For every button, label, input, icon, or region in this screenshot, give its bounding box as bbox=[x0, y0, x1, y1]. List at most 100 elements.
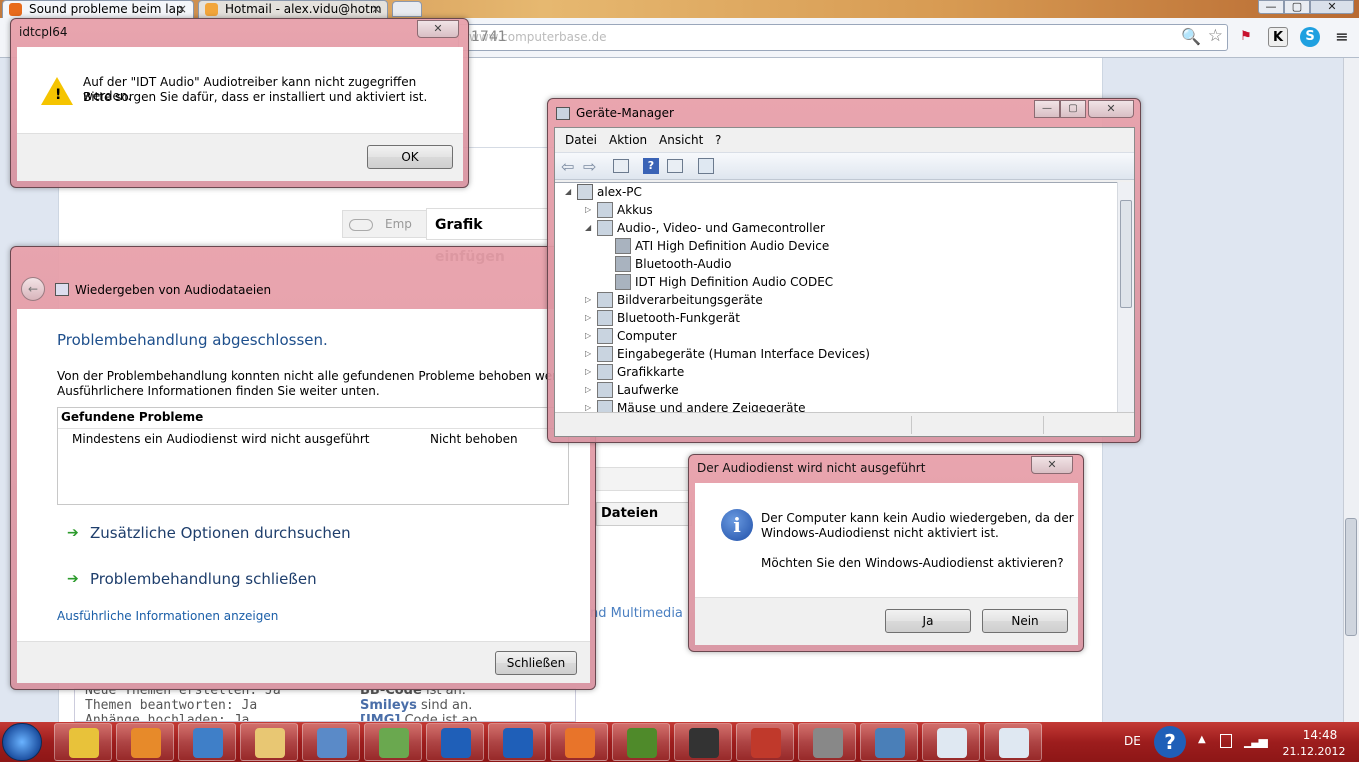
audio-service-dialog: Der Audiodienst wird nicht ausgeführt ✕ … bbox=[688, 454, 1084, 652]
expand-icon[interactable]: ▷ bbox=[585, 313, 593, 322]
back-button[interactable]: ← bbox=[21, 277, 45, 301]
close-button[interactable]: ✕ bbox=[417, 20, 459, 38]
expand-icon[interactable]: ▷ bbox=[585, 205, 593, 214]
taskbar-app-button[interactable] bbox=[612, 723, 670, 761]
taskbar-app-button[interactable] bbox=[178, 723, 236, 761]
no-button[interactable]: Nein bbox=[982, 609, 1068, 633]
dm-toolbar: ⇦ ⇨ ? bbox=[555, 152, 1134, 180]
firefox-icon bbox=[565, 728, 595, 758]
device-icon bbox=[597, 346, 613, 362]
taskbar-app-button[interactable] bbox=[798, 723, 856, 761]
taskbar-app-button[interactable] bbox=[984, 723, 1042, 761]
close-button[interactable]: Schließen bbox=[495, 651, 577, 675]
menu-help[interactable]: ? bbox=[715, 133, 721, 147]
properties-icon[interactable] bbox=[613, 159, 629, 173]
clock-time[interactable]: 14:48 bbox=[1290, 728, 1350, 742]
arrow-icon: ➔ bbox=[67, 525, 79, 541]
menu-ansicht[interactable]: Ansicht bbox=[659, 133, 703, 147]
details-link[interactable]: Ausführliche Informationen anzeigen bbox=[57, 609, 278, 623]
yes-button[interactable]: Ja bbox=[885, 609, 971, 633]
language-indicator[interactable]: DE bbox=[1124, 734, 1141, 748]
expand-icon[interactable]: ▷ bbox=[585, 385, 593, 394]
expand-icon[interactable]: ▷ bbox=[585, 349, 593, 358]
menu-datei[interactable]: Datei bbox=[565, 133, 597, 147]
taskbar-app-button[interactable] bbox=[488, 723, 546, 761]
expand-icon[interactable]: ▷ bbox=[585, 403, 593, 412]
help-icon[interactable]: ? bbox=[1154, 726, 1186, 758]
tree-label: IDT High Definition Audio CODEC bbox=[635, 275, 834, 289]
collapse-icon[interactable]: ◢ bbox=[585, 223, 593, 232]
close-button[interactable]: ✕ bbox=[1088, 100, 1134, 118]
address-bar[interactable]: www.computerbase.de 1741 🔍 ☆ bbox=[458, 24, 1228, 51]
taskbar-app-button[interactable] bbox=[302, 723, 360, 761]
network-status-icon[interactable] bbox=[1220, 734, 1232, 748]
flag-icon[interactable]: ⚑ bbox=[1236, 27, 1256, 47]
taskbar-app-button[interactable] bbox=[54, 723, 112, 761]
collapse-icon[interactable]: ◢ bbox=[565, 187, 573, 196]
minimize-button[interactable]: — bbox=[1034, 100, 1060, 118]
taskbar-app-button[interactable] bbox=[674, 723, 732, 761]
expand-icon[interactable]: ▷ bbox=[585, 295, 593, 304]
scrollbar-thumb[interactable] bbox=[1120, 200, 1132, 308]
device-tree: ◢ alex-PC ▷ Akkus ◢ Audio-, Video- und Game… bbox=[555, 182, 1134, 416]
taskbar-app-button[interactable] bbox=[116, 723, 174, 761]
taskbar-app-button[interactable] bbox=[860, 723, 918, 761]
new-tab-button[interactable] bbox=[392, 1, 422, 17]
menu-aktion[interactable]: Aktion bbox=[609, 133, 647, 147]
back-arrow-icon[interactable]: ⇦ bbox=[561, 157, 574, 176]
tree-label: Computer bbox=[617, 329, 677, 343]
ok-button[interactable]: OK bbox=[367, 145, 453, 169]
taskbar-app-button[interactable] bbox=[426, 723, 484, 761]
forward-arrow-icon[interactable]: ⇨ bbox=[583, 157, 596, 176]
taskbar-app-button[interactable] bbox=[364, 723, 422, 761]
skype-icon[interactable]: S bbox=[1300, 27, 1320, 47]
maximize-button[interactable]: ▢ bbox=[1284, 0, 1310, 14]
option-search-more[interactable]: Zusätzliche Optionen durchsuchen bbox=[90, 524, 351, 542]
media-player-icon bbox=[131, 728, 161, 758]
tab-title: Hotmail - alex.vidu@hotm bbox=[225, 2, 382, 16]
taskbar-app-button[interactable] bbox=[240, 723, 298, 761]
url-fragment: 1741 bbox=[471, 29, 507, 45]
message-line-2: Windows-Audiodienst nicht aktiviert ist. bbox=[761, 526, 999, 540]
troubleshooter-icon bbox=[55, 283, 69, 296]
tree-label: Akkus bbox=[617, 203, 653, 217]
zoom-icon[interactable]: 🔍 bbox=[1181, 27, 1201, 46]
problem-status: Nicht behoben bbox=[430, 432, 518, 446]
dateien-auswaehlen-button[interactable]: Dateien ausw bbox=[596, 502, 692, 526]
menu-icon[interactable]: ≡ bbox=[1332, 27, 1352, 47]
grafik-einfuegen-button[interactable]: Grafik einfügen bbox=[426, 208, 550, 265]
help-icon[interactable]: ? bbox=[643, 158, 659, 174]
scrollbar-thumb[interactable] bbox=[1345, 518, 1357, 636]
signal-icon[interactable]: ▁▃▅ bbox=[1244, 734, 1268, 748]
star-icon[interactable]: ☆ bbox=[1208, 26, 1223, 46]
tab-close-icon[interactable]: × bbox=[371, 1, 381, 17]
close-button[interactable]: ✕ bbox=[1310, 0, 1354, 14]
expand-icon[interactable]: ▷ bbox=[585, 367, 593, 376]
tab-hotmail[interactable]: Hotmail - alex.vidu@hotm × bbox=[198, 0, 388, 18]
start-button[interactable] bbox=[2, 723, 42, 761]
show-hidden-icons-icon[interactable]: ▲ bbox=[1198, 734, 1206, 745]
tree-label: Audio-, Video- und Gamecontroller bbox=[617, 221, 825, 235]
und-multimedia-link[interactable]: nd Multimedia bbox=[590, 606, 683, 621]
taskbar-app-button[interactable] bbox=[736, 723, 794, 761]
dialog-title: Der Audiodienst wird nicht ausgeführt bbox=[697, 461, 926, 475]
clock-date[interactable]: 21.12.2012 bbox=[1278, 745, 1350, 758]
tree-scrollbar[interactable] bbox=[1117, 182, 1134, 412]
rule-left: Anhänge hochladen: Ja bbox=[85, 713, 250, 722]
view-icon[interactable] bbox=[667, 159, 683, 173]
toolbox-icon bbox=[751, 728, 781, 758]
description-line-2: Ausführlichere Informationen finden Sie … bbox=[57, 384, 380, 398]
option-close-troubleshooter[interactable]: Problembehandlung schließen bbox=[90, 570, 317, 588]
tab-sound-probleme[interactable]: Sound probleme beim lap × bbox=[2, 0, 194, 18]
device-icon bbox=[615, 238, 631, 254]
expand-icon[interactable]: ▷ bbox=[585, 331, 593, 340]
explorer-icon bbox=[255, 728, 285, 758]
maximize-button[interactable]: ▢ bbox=[1060, 100, 1086, 118]
tab-close-icon[interactable]: × bbox=[177, 1, 187, 17]
scan-hardware-icon[interactable] bbox=[698, 158, 714, 174]
close-button[interactable]: ✕ bbox=[1031, 456, 1073, 474]
taskbar-app-button[interactable] bbox=[550, 723, 608, 761]
taskbar-app-button[interactable] bbox=[922, 723, 980, 761]
k-icon[interactable]: K bbox=[1268, 27, 1288, 47]
minimize-button[interactable]: — bbox=[1258, 0, 1284, 14]
